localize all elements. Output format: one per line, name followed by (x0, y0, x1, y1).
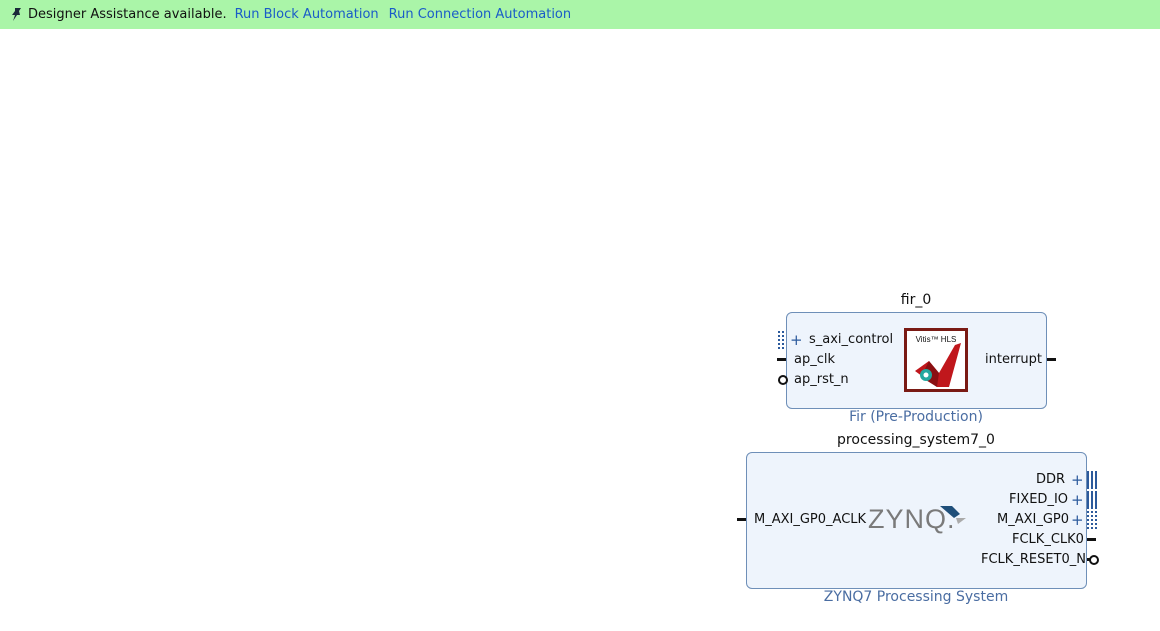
port-ap-clk[interactable]: ap_clk (794, 352, 835, 368)
expand-plus-icon[interactable]: + (790, 332, 803, 348)
port-fclk-clk0[interactable]: FCLK_CLK0 (1012, 532, 1084, 548)
port-ddr[interactable]: DDR (1036, 472, 1065, 488)
interrupt-pin[interactable] (1047, 358, 1056, 361)
ddr-bus-pin[interactable] (1087, 471, 1097, 489)
reset-dot-icon (778, 375, 788, 385)
port-s-axi-control[interactable]: s_axi_control (809, 332, 893, 348)
vitis-check-icon (915, 343, 961, 387)
expand-plus-icon[interactable]: + (1071, 472, 1084, 488)
port-m-axi-gp0[interactable]: M_AXI_GP0 (997, 512, 1069, 528)
zynq-swoosh-icon (940, 506, 966, 524)
run-block-automation-link[interactable]: Run Block Automation (235, 7, 379, 22)
zynq-logo: ZYNQ. (868, 504, 966, 535)
port-fixed-io[interactable]: FIXED_IO (1009, 492, 1068, 508)
ps-ip-type-label: ZYNQ7 Processing System (823, 589, 1009, 605)
run-connection-automation-link[interactable]: Run Connection Automation (389, 7, 571, 22)
m-axi-gp0-aclk-pin[interactable] (737, 518, 746, 521)
vitis-hls-logo: Vitis™ HLS (904, 328, 968, 392)
pin-icon (12, 7, 21, 21)
expand-plus-icon[interactable]: + (1071, 512, 1084, 528)
s-axi-control-bus-pin[interactable] (778, 331, 784, 349)
ps-instance-name[interactable]: processing_system7_0 (816, 432, 1016, 448)
expand-plus-icon[interactable]: + (1071, 492, 1084, 508)
fclk-clk0-pin[interactable] (1087, 538, 1096, 541)
fir-ip-type-label: Fir (Pre-Production) (849, 409, 983, 425)
designer-assistance-banner: Designer Assistance available. Run Block… (0, 0, 1160, 29)
port-interrupt[interactable]: interrupt (985, 352, 1042, 368)
ap-clk-pin[interactable] (777, 358, 786, 361)
fir-instance-name[interactable]: fir_0 (856, 292, 976, 308)
banner-message: Designer Assistance available. (28, 7, 227, 22)
port-m-axi-gp0-aclk[interactable]: M_AXI_GP0_ACLK (754, 512, 866, 528)
m-axi-gp0-bus-pin[interactable] (1087, 511, 1097, 529)
reset-dot-icon (1089, 555, 1099, 565)
port-ap-rst-n[interactable]: ap_rst_n (794, 372, 849, 388)
fixed-io-bus-pin[interactable] (1087, 491, 1097, 509)
port-fclk-reset0-n[interactable]: FCLK_RESET0_N (981, 552, 1086, 568)
